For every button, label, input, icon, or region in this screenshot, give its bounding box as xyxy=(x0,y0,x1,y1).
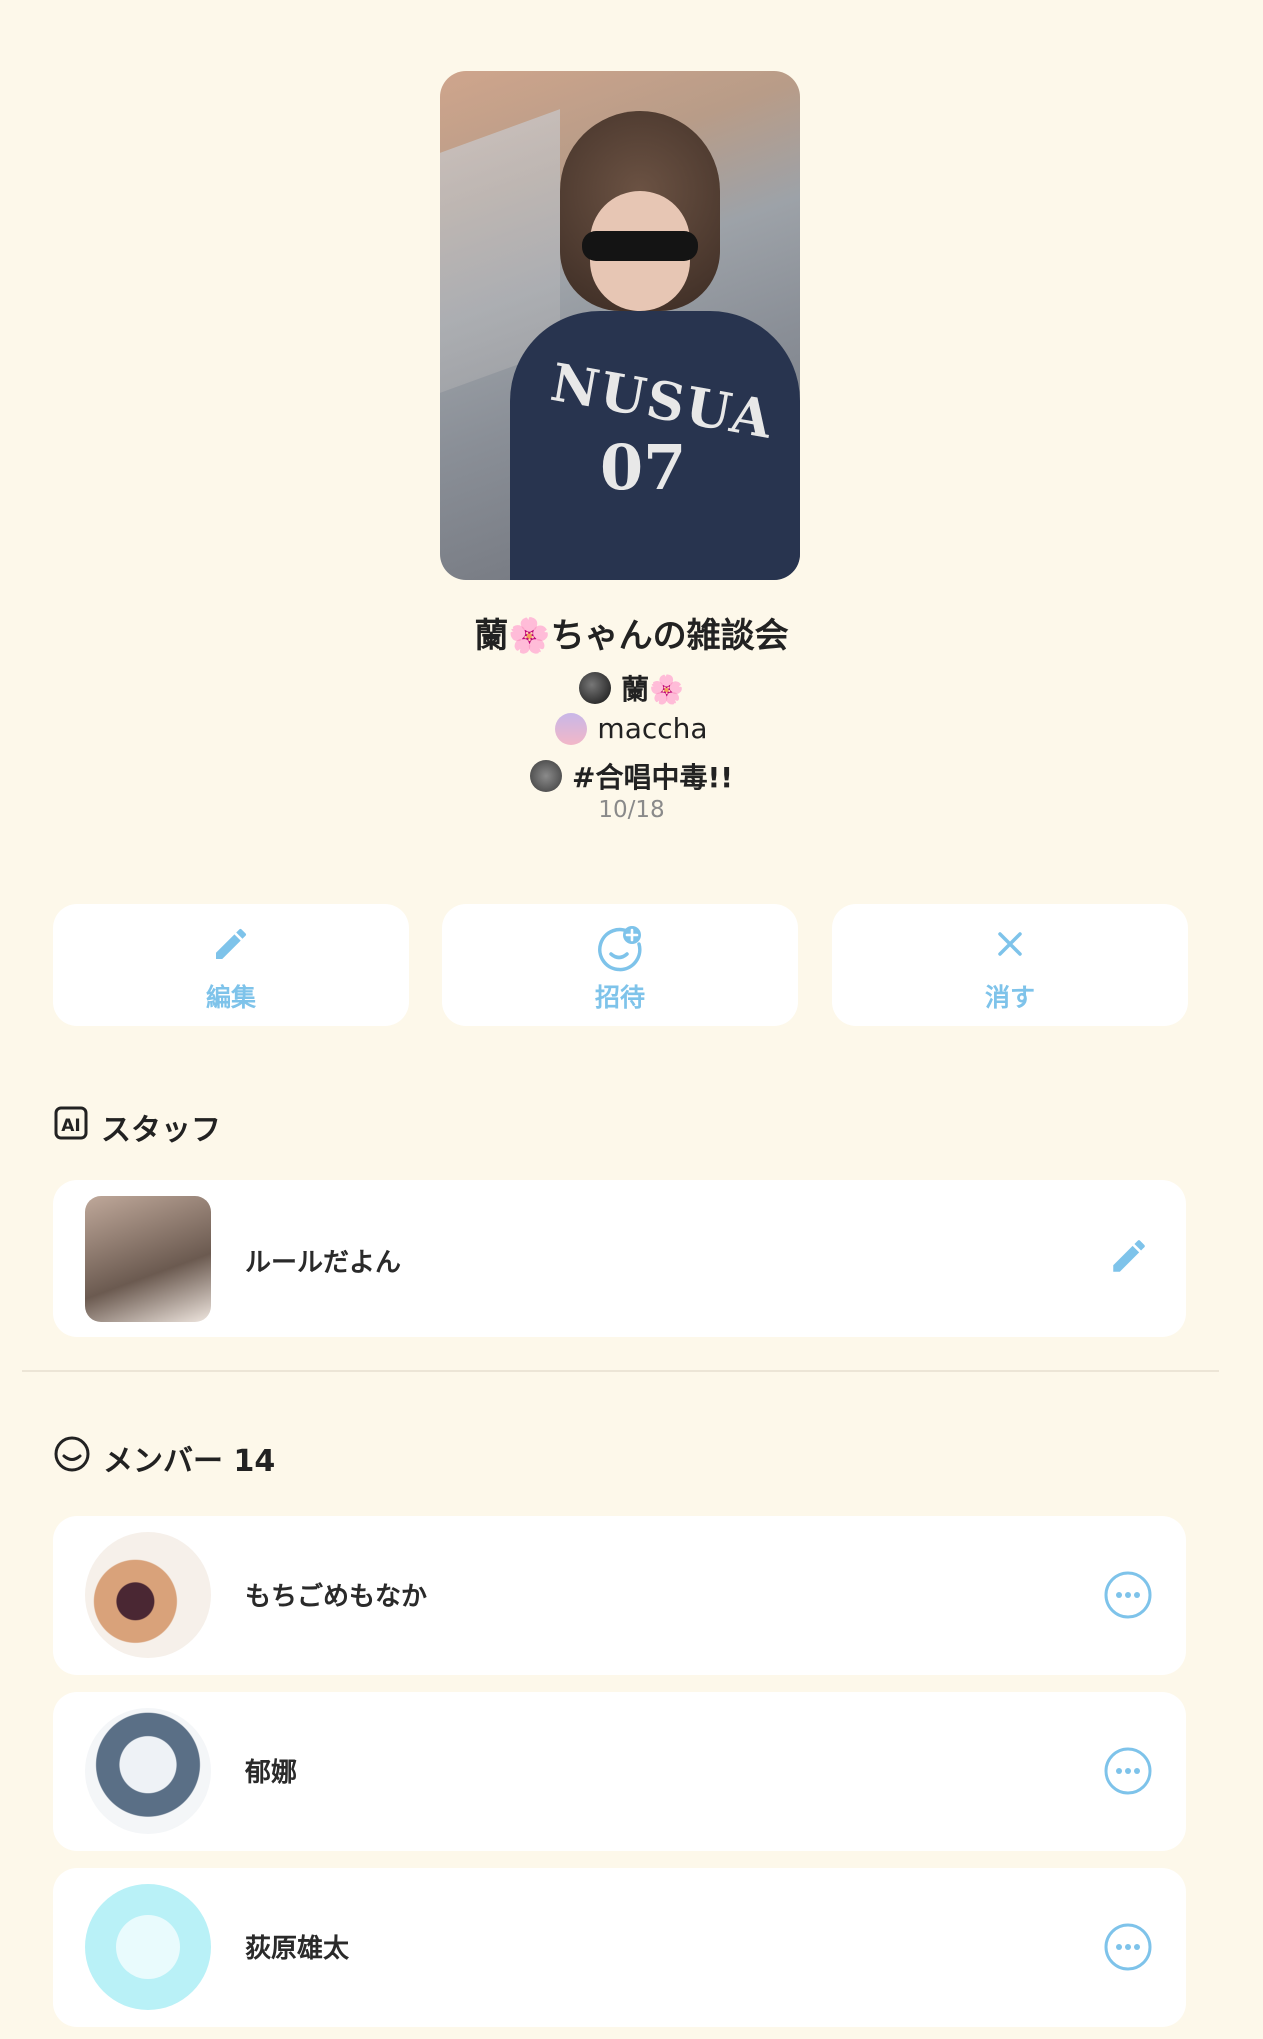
pencil-icon[interactable] xyxy=(1108,1235,1150,1281)
owner-row[interactable]: maccha xyxy=(0,712,1263,745)
members-heading-label: メンバー 14 xyxy=(103,1444,276,1479)
edit-button-label: 編集 xyxy=(205,983,256,1012)
cover-sunglasses xyxy=(582,231,698,261)
member-avatar xyxy=(85,1708,211,1834)
invite-button[interactable]: 招待 xyxy=(442,904,798,1026)
more-icon[interactable] xyxy=(1102,1569,1154,1625)
member-avatar xyxy=(85,1884,211,2010)
staff-item[interactable]: ルールだよん xyxy=(53,1180,1186,1337)
member-name: 荻原雄太 xyxy=(245,1934,350,1964)
owner-avatar xyxy=(579,672,612,704)
add-person-icon xyxy=(442,924,798,972)
close-icon xyxy=(832,924,1188,970)
group-cover-image[interactable]: NUSUA 07 xyxy=(440,71,800,580)
owner-avatar xyxy=(529,760,562,792)
owner-name: #合唱中毒!! xyxy=(571,761,733,794)
owner-name: maccha xyxy=(597,712,708,745)
staff-heading-label: スタッフ xyxy=(101,1113,221,1148)
owner-row[interactable]: #合唱中毒!! xyxy=(0,756,1263,796)
staff-heading: AI スタッフ xyxy=(53,1105,221,1149)
group-date: 10/18 xyxy=(598,797,665,823)
jersey-number: 07 xyxy=(600,431,687,504)
default-avatar-face xyxy=(116,1915,180,1979)
member-item[interactable]: もちごめもなか xyxy=(53,1516,1186,1675)
delete-button[interactable]: 消す xyxy=(832,904,1188,1026)
more-icon[interactable] xyxy=(1102,1921,1154,1977)
delete-button-label: 消す xyxy=(984,983,1035,1012)
cover-jersey: NUSUA 07 xyxy=(510,311,800,580)
invite-button-label: 招待 xyxy=(594,983,645,1012)
edit-button[interactable]: 編集 xyxy=(53,904,409,1026)
group-title: 蘭🌸ちゃんの雑談会 xyxy=(474,616,789,656)
staff-avatar xyxy=(85,1196,211,1322)
pencil-icon xyxy=(53,924,409,970)
member-item[interactable]: 荻原雄太 xyxy=(53,1868,1186,2027)
members-heading: メンバー 14 xyxy=(53,1435,275,1481)
svg-text:AI: AI xyxy=(61,1116,80,1136)
member-name: 郁娜 xyxy=(245,1758,298,1788)
member-avatar xyxy=(85,1532,211,1658)
ai-icon: AI xyxy=(53,1105,89,1149)
owner-row[interactable]: 蘭🌸 xyxy=(0,668,1263,708)
section-divider xyxy=(22,1370,1219,1372)
staff-name: ルールだよん xyxy=(245,1248,402,1278)
owner-avatar xyxy=(555,712,588,745)
more-icon[interactable] xyxy=(1102,1745,1154,1801)
smile-icon xyxy=(53,1435,91,1481)
owner-name: 蘭🌸 xyxy=(621,673,684,706)
member-name: もちごめもなか xyxy=(245,1582,428,1612)
member-item[interactable]: 郁娜 xyxy=(53,1692,1186,1851)
